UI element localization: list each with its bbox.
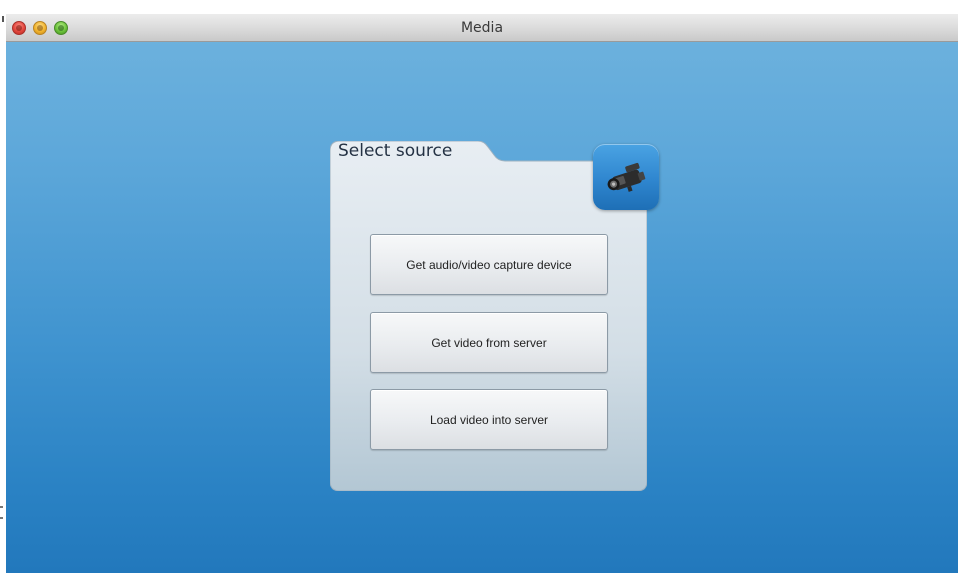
edge-mark <box>0 506 3 508</box>
media-window: Media Select source Get audio/video capt… <box>6 14 958 573</box>
video-camera-icon <box>593 144 659 210</box>
select-source-panel: Select source Get audio/video capture de… <box>330 141 659 491</box>
video-camera-icon-graphic <box>607 162 646 192</box>
panel-title: Select source <box>338 141 453 161</box>
capture-device-button[interactable]: Get audio/video capture device <box>370 234 608 295</box>
window-title: Media <box>460 20 504 36</box>
edge-mark <box>2 16 4 22</box>
edge-mark <box>0 517 3 519</box>
title-bar[interactable]: Media <box>6 14 958 42</box>
load-video-into-server-button[interactable]: Load video into server <box>370 389 608 450</box>
video-from-server-button[interactable]: Get video from server <box>370 312 608 373</box>
